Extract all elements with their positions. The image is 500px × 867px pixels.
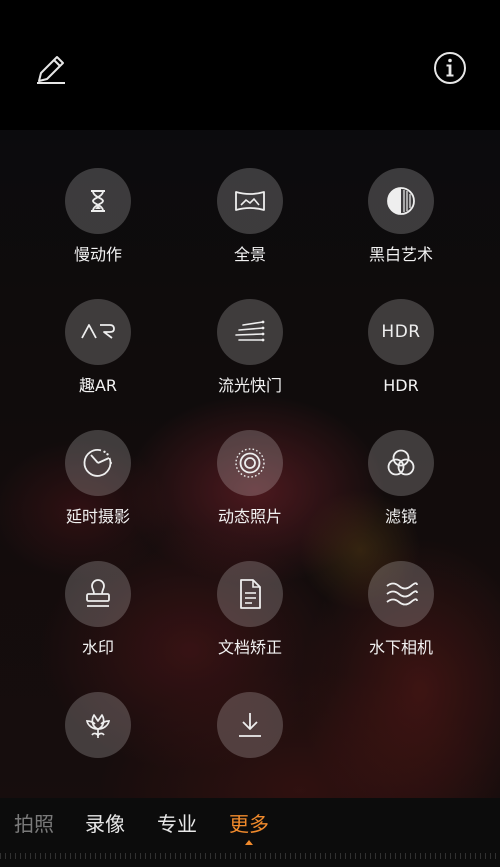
mode-label: 滤镜	[384, 507, 417, 526]
info-icon[interactable]	[430, 48, 470, 88]
camera-screen: 慢动作 全景 黑白艺术 趣AR 流光快门 HDR HDR 延时摄影 动态照片 滤…	[0, 0, 500, 867]
mode-label: 动态照片	[217, 507, 282, 526]
ar-icon	[65, 299, 131, 365]
mode-light-trails[interactable]: 流光快门	[195, 299, 305, 396]
mode-flower[interactable]	[43, 692, 153, 769]
moving-picture-icon	[217, 430, 283, 496]
tab-more[interactable]: 更多	[229, 811, 269, 837]
waves-icon	[368, 561, 434, 627]
mode-watermark[interactable]: 水印	[43, 561, 153, 658]
mode-hdr[interactable]: HDR HDR	[346, 299, 456, 396]
pencil-icon[interactable]	[30, 50, 70, 90]
mode-monochrome[interactable]: 黑白艺术	[346, 168, 456, 265]
tab-scale-ticks	[0, 853, 500, 859]
tab-pro[interactable]: 专业	[157, 811, 197, 837]
mode-ar[interactable]: 趣AR	[43, 299, 153, 396]
mode-filter[interactable]: 滤镜	[346, 430, 456, 527]
mode-label: HDR	[383, 376, 419, 395]
stamp-icon	[65, 561, 131, 627]
mode-label: 趣AR	[78, 376, 118, 395]
mode-label: 水下相机	[368, 638, 433, 657]
flower-icon	[65, 692, 131, 758]
mode-tabs: 拍照 录像 专业 更多	[0, 811, 500, 841]
monochrome-icon	[368, 168, 434, 234]
mode-switcher-bar: 拍照 录像 专业 更多	[0, 798, 500, 867]
mode-label: 慢动作	[73, 245, 122, 264]
mode-label: 文档矫正	[217, 638, 282, 657]
mode-label: 全景	[233, 245, 266, 264]
mode-slow-motion[interactable]: 慢动作	[43, 168, 153, 265]
mode-label: 延时摄影	[65, 507, 130, 526]
light-trails-icon	[217, 299, 283, 365]
download-icon	[217, 692, 283, 758]
top-bar	[0, 0, 500, 130]
document-icon	[217, 561, 283, 627]
mode-label: 流光快门	[217, 376, 282, 395]
panorama-icon	[217, 168, 283, 234]
mode-underwater[interactable]: 水下相机	[346, 561, 456, 658]
mode-document[interactable]: 文档矫正	[195, 561, 305, 658]
tab-video[interactable]: 录像	[85, 811, 125, 837]
hourglass-icon	[65, 168, 131, 234]
mode-download-more[interactable]	[195, 692, 305, 769]
mode-label: 水印	[81, 638, 114, 657]
mode-label: 黑白艺术	[368, 245, 433, 264]
mode-panorama[interactable]: 全景	[195, 168, 305, 265]
mode-timelapse[interactable]: 延时摄影	[43, 430, 153, 527]
active-tab-indicator	[245, 840, 253, 845]
timelapse-icon	[65, 430, 131, 496]
hdr-icon-text: HDR	[381, 322, 421, 342]
filter-icon	[368, 430, 434, 496]
tab-photo[interactable]: 拍照	[14, 811, 54, 837]
mode-moving-picture[interactable]: 动态照片	[195, 430, 305, 527]
hdr-icon: HDR	[368, 299, 434, 365]
